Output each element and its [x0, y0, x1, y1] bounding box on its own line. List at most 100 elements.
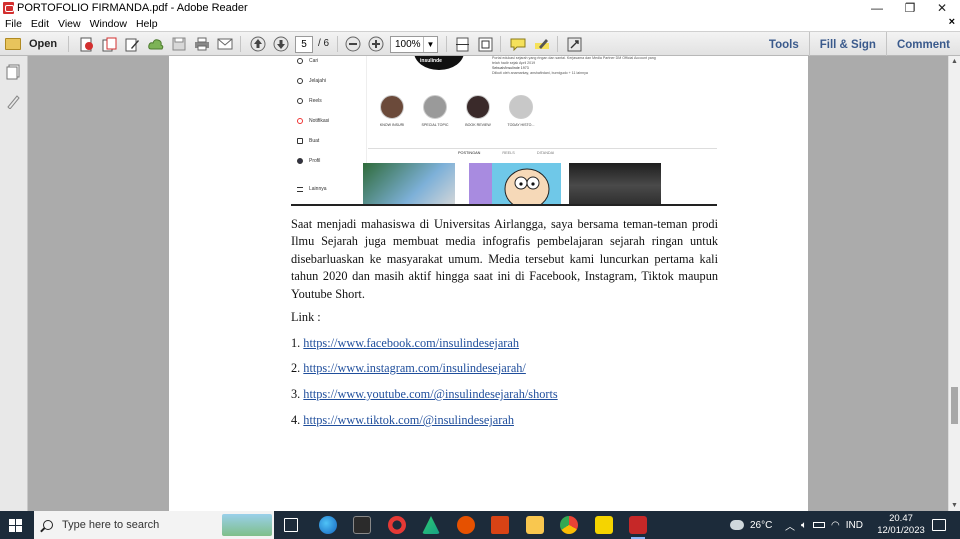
next-page-icon[interactable] — [271, 35, 290, 53]
zoom-out-icon[interactable] — [343, 35, 362, 53]
window-title: PORTOFOLIO FIRMANDA.pdf - Adobe Reader — [17, 2, 248, 14]
file-explorer-icon[interactable] — [526, 516, 544, 534]
sticky-note-icon[interactable] — [508, 35, 527, 53]
fit-page-icon[interactable] — [476, 35, 495, 53]
page-number-input[interactable]: 5 — [295, 36, 313, 53]
open-button[interactable]: Open — [5, 35, 57, 53]
menu-view[interactable]: View — [58, 18, 81, 30]
edge-browser-icon[interactable] — [319, 516, 337, 534]
powerpoint-icon[interactable] — [491, 516, 509, 534]
instagram-link[interactable]: https://www.instagram.com/insulindesejar… — [303, 361, 526, 375]
menu-edit[interactable]: Edit — [31, 18, 49, 30]
toolbar-divider — [337, 36, 338, 52]
highlight-text-icon[interactable] — [532, 35, 551, 53]
create-pdf-icon[interactable] — [77, 35, 96, 53]
divider — [368, 148, 717, 149]
list-item: 4. https://www.tiktok.com/@insulindeseja… — [291, 413, 514, 427]
heart-icon — [297, 118, 303, 124]
zoom-in-icon[interactable] — [366, 35, 385, 53]
close-document-button[interactable]: × — [949, 16, 955, 28]
story-highlight: KNOW INSURI — [378, 95, 406, 127]
comment-button[interactable]: Comment — [887, 39, 960, 51]
alarm-clock-icon[interactable] — [457, 516, 475, 534]
volume-icon[interactable]: 🔈︎ — [801, 520, 807, 531]
task-view-icon[interactable] — [284, 518, 298, 532]
post-thumbnail — [469, 163, 561, 204]
toolbar-divider — [557, 36, 558, 52]
battery-icon[interactable] — [813, 522, 825, 528]
chevron-up-icon[interactable]: ︿ — [785, 518, 795, 533]
signature-pen-icon[interactable] — [6, 93, 20, 110]
page-total: / 6 — [318, 38, 330, 49]
weather-icon — [730, 520, 744, 530]
chrome-browser-icon[interactable] — [560, 516, 578, 534]
fit-width-icon[interactable] — [453, 35, 472, 53]
sticky-notes-icon[interactable] — [595, 516, 613, 534]
microsoft-store-icon[interactable] — [353, 516, 371, 534]
toolbar: Open 5 / 6 100% ▼ Tools Fill & Sign Comm… — [0, 31, 960, 57]
document-viewer[interactable]: Cari Jelajahi Reels Notifikasi Buat Prof… — [28, 56, 948, 511]
youtube-link[interactable]: https://www.youtube.com/@insulindesejara… — [303, 387, 557, 401]
windows-start-icon[interactable] — [9, 519, 22, 532]
tools-button[interactable]: Tools — [759, 39, 809, 51]
open-label: Open — [29, 38, 58, 50]
instagram-nav-item: Cari — [297, 58, 318, 64]
upload-cloud-icon[interactable] — [146, 35, 165, 53]
chevron-down-icon[interactable]: ▼ — [423, 37, 437, 52]
taskbar-search-input[interactable]: Type here to search — [34, 511, 274, 539]
scroll-up-icon[interactable]: ▲ — [951, 58, 958, 65]
search-placeholder: Type here to search — [62, 519, 160, 531]
menu-help[interactable]: Help — [136, 18, 158, 30]
keyboard-language[interactable]: IND — [846, 520, 863, 531]
pages-thumbnail-icon[interactable] — [6, 64, 20, 80]
system-tray: ︿ 🔈︎ ◠ IND — [785, 511, 863, 539]
instagram-nav-item: Jelajahi — [297, 78, 326, 84]
notifications-icon[interactable] — [932, 519, 946, 531]
fill-sign-button[interactable]: Fill & Sign — [810, 39, 886, 51]
combine-files-icon[interactable] — [100, 35, 119, 53]
close-button[interactable]: ✕ — [927, 0, 957, 16]
print-icon[interactable] — [192, 35, 211, 53]
previous-page-icon[interactable] — [248, 35, 267, 53]
instagram-sidebar: Cari Jelajahi Reels Notifikasi Buat Prof… — [291, 56, 367, 204]
toolbar-divider — [446, 36, 447, 52]
email-icon[interactable] — [215, 35, 234, 53]
weather-widget[interactable]: 26°C — [730, 511, 772, 539]
post-thumbnail — [363, 163, 455, 204]
task-panes: Tools Fill & Sign Comment — [759, 32, 960, 57]
restore-button[interactable]: ❐ — [895, 0, 925, 16]
profile-tabs: POSTINGAN REELS DITANDAI — [458, 151, 555, 155]
expand-icon[interactable] — [565, 35, 584, 53]
zoom-select[interactable]: 100% ▼ — [390, 36, 438, 53]
toolbar-divider — [68, 36, 69, 52]
link-heading: Link : — [291, 310, 321, 324]
opera-browser-icon[interactable] — [388, 516, 406, 534]
menu-file[interactable]: File — [5, 18, 22, 30]
tiktok-link[interactable]: https://www.tiktok.com/@insulindesejarah — [303, 413, 514, 427]
menu-window[interactable]: Window — [90, 18, 127, 30]
instagram-nav-item: Reels — [297, 98, 322, 104]
minimize-button[interactable]: — — [862, 0, 892, 16]
toolbar-divider — [240, 36, 241, 52]
save-icon[interactable] — [169, 35, 188, 53]
vertical-scrollbar[interactable]: ▲ ▼ — [948, 56, 960, 511]
facebook-link[interactable]: https://www.facebook.com/insulindesejara… — [303, 336, 519, 350]
search-icon — [297, 58, 303, 64]
scroll-thumb[interactable] — [951, 387, 958, 424]
reels-icon — [297, 98, 303, 104]
story-highlight: TODAY HISTO... — [507, 95, 535, 127]
story-highlight: BOOK REVIEW — [464, 95, 492, 127]
list-item: 2. https://www.instagram.com/insulindese… — [291, 361, 526, 375]
clock[interactable]: 20.47 12/01/2023 — [876, 513, 926, 537]
adobe-reader-taskbar-icon[interactable] — [629, 516, 647, 539]
navigation-panel — [0, 56, 28, 511]
clock-time: 20.47 — [889, 513, 913, 524]
list-item: 3. https://www.youtube.com/@insulindesej… — [291, 387, 558, 401]
wifi-icon[interactable]: ◠ — [831, 520, 840, 531]
taskbar: Type here to search 26°C ︿ 🔈︎ ◠ IND 20.4… — [0, 511, 960, 539]
scroll-down-icon[interactable]: ▼ — [951, 502, 958, 509]
app-triangle-icon[interactable] — [422, 516, 440, 534]
folder-icon — [5, 38, 21, 50]
instagram-nav-item: Notifikasi — [297, 118, 329, 124]
edit-pdf-icon[interactable] — [123, 35, 142, 53]
